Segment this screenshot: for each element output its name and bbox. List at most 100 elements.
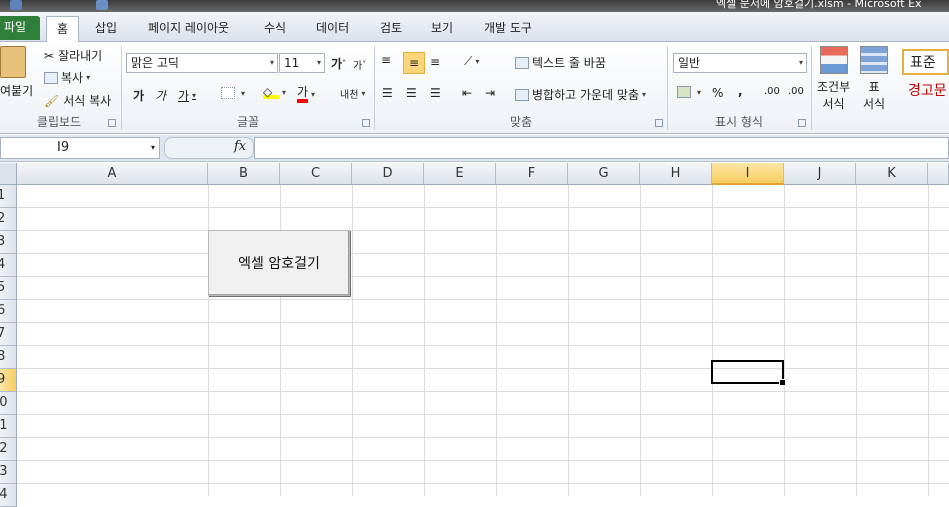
copy-button[interactable]: 복사 ▾ — [44, 69, 90, 86]
grow-font-button[interactable]: 가 ˄ — [331, 55, 346, 72]
wrap-text-label: 텍스트 줄 바꿈 — [532, 56, 606, 70]
chevron-down-icon: ▾ — [642, 90, 647, 99]
format-as-table-button[interactable]: 표 서식 — [860, 46, 888, 112]
align-center-button[interactable]: ☰ — [406, 86, 417, 100]
row-header[interactable]: 3 — [0, 231, 17, 254]
format-painter-button[interactable]: 🖌 서식 복사 — [44, 92, 111, 109]
tab-developer[interactable]: 개발 도구 — [474, 16, 542, 42]
shrink-font-button[interactable]: 가 ˅ — [353, 57, 366, 72]
comma-button[interactable]: , — [738, 84, 743, 98]
align-left-icon: ☰ — [382, 86, 393, 100]
underline-button[interactable]: 가 ▾ — [178, 87, 196, 104]
align-right-button[interactable]: ☰ — [430, 86, 441, 100]
tab-home[interactable]: 홈 — [46, 16, 80, 43]
row-header-selected[interactable]: 9 — [0, 369, 17, 392]
tab-page-layout[interactable]: 페이지 레이아웃 — [138, 16, 239, 42]
save-icon[interactable] — [10, 0, 22, 10]
password-macro-button[interactable]: 엑셀 암호걸기 — [208, 230, 350, 296]
tab-insert[interactable]: 삽입 — [85, 16, 127, 42]
column-header[interactable]: D — [352, 163, 424, 185]
tab-file[interactable]: 파일 — [0, 16, 40, 40]
border-button[interactable]: ▾ — [221, 87, 245, 99]
tab-data[interactable]: 데이터 — [306, 16, 359, 42]
row-header[interactable]: 13 — [0, 461, 17, 484]
column-header[interactable]: G — [568, 163, 640, 185]
format-painter-label: 서식 복사 — [63, 94, 112, 108]
row-header[interactable]: 8 — [0, 346, 17, 369]
style-normal-label: 표준 — [910, 55, 936, 71]
row-header[interactable]: 12 — [0, 438, 17, 461]
font-name-select[interactable]: 맑은 고딕 ▾ — [126, 53, 278, 73]
number-format-select[interactable]: 일반 ▾ — [673, 53, 807, 73]
row-number: 7 — [0, 326, 5, 341]
row-header[interactable]: 7 — [0, 323, 17, 346]
row-header[interactable]: 6 — [0, 300, 17, 323]
row-number: 8 — [0, 349, 5, 364]
tab-formulas[interactable]: 수식 — [254, 16, 296, 42]
align-top-button[interactable]: ≡ — [381, 53, 391, 67]
clipboard-launcher-icon[interactable] — [108, 119, 116, 127]
decrease-indent-button[interactable]: ⇤ — [462, 86, 472, 100]
grid-line — [568, 185, 569, 496]
cell-grid[interactable] — [17, 185, 949, 496]
column-header[interactable]: F — [496, 163, 568, 185]
phonetic-button[interactable]: 내천 ▾ — [340, 86, 365, 101]
column-header[interactable]: A — [17, 163, 208, 185]
column-header[interactable]: K — [856, 163, 928, 185]
tab-review[interactable]: 검토 — [370, 16, 412, 42]
row-header[interactable]: 1 — [0, 185, 17, 208]
insert-function-icon[interactable]: fx — [234, 139, 246, 154]
arrow-up-icon: ˄ — [342, 59, 347, 68]
column-header[interactable]: J — [784, 163, 856, 185]
paste-button[interactable]: 여붙기 — [0, 46, 33, 99]
cut-button[interactable]: ✂ 잘라내기 — [44, 47, 102, 64]
tab-view[interactable]: 보기 — [421, 16, 463, 42]
font-color-button[interactable]: 가 ▾ — [297, 85, 315, 103]
percent-button[interactable]: % — [712, 86, 723, 100]
align-bottom-button[interactable]: ≡ — [430, 55, 440, 69]
row-header[interactable]: 2 — [0, 208, 17, 231]
row-header[interactable]: 10 — [0, 392, 17, 415]
column-header[interactable]: B — [208, 163, 280, 185]
style-bad[interactable]: 경고문 — [908, 80, 947, 100]
orientation-button[interactable]: ⟋ ▾ — [464, 54, 479, 69]
window-title: 엑셀 문서에 암호걸기.xlsm - Microsoft Ex — [716, 0, 922, 10]
font-size-select[interactable]: 11 ▾ — [279, 53, 325, 73]
merge-center-button[interactable]: 병합하고 가운데 맞춤 ▾ — [515, 86, 646, 103]
number-launcher-icon[interactable] — [798, 119, 806, 127]
column-header[interactable]: E — [424, 163, 496, 185]
italic-button[interactable]: 가 — [155, 87, 166, 104]
align-left-button[interactable]: ☰ — [382, 86, 393, 100]
formula-input[interactable] — [254, 137, 949, 159]
ribbon-tabs: 파일 홈 삽입 페이지 레이아웃 수식 데이터 검토 보기 개발 도구 — [0, 12, 949, 43]
border-icon — [221, 87, 235, 99]
name-box[interactable]: I9 ▾ — [0, 137, 160, 159]
font-launcher-icon[interactable] — [362, 119, 370, 127]
column-header[interactable]: C — [280, 163, 352, 185]
row-header[interactable]: 5 — [0, 277, 17, 300]
select-all-corner[interactable] — [0, 163, 17, 185]
increase-indent-button[interactable]: ⇥ — [485, 86, 495, 100]
align-middle-button[interactable]: ≡ — [403, 52, 425, 74]
style-normal[interactable]: 표준 — [902, 49, 949, 75]
currency-icon — [677, 86, 691, 98]
decrease-decimal-button[interactable]: .00 — [788, 86, 804, 97]
column-header[interactable]: H — [640, 163, 712, 185]
conditional-format-button[interactable]: 조건부 서식 — [817, 46, 850, 112]
active-cell-i9[interactable] — [711, 360, 786, 386]
column-header-selected[interactable]: I — [712, 163, 784, 185]
increase-decimal-button[interactable]: .00 — [764, 86, 780, 97]
alignment-launcher-icon[interactable] — [655, 119, 663, 127]
decrease-decimal-label: .00 — [788, 86, 804, 97]
quick-access-icon[interactable] — [96, 0, 108, 10]
column-header[interactable] — [928, 163, 949, 185]
font-name-value: 맑은 고딕 — [131, 56, 179, 70]
row-header[interactable]: 11 — [0, 415, 17, 438]
currency-button[interactable]: ▾ — [677, 86, 701, 98]
row-header[interactable]: 4 — [0, 254, 17, 277]
chevron-down-icon: ▾ — [316, 58, 321, 67]
wrap-text-button[interactable]: 텍스트 줄 바꿈 — [515, 54, 606, 71]
fill-color-button[interactable]: ◇ ▾ — [263, 85, 286, 99]
bold-button[interactable]: 가 — [133, 87, 144, 104]
chevron-down-icon: ▾ — [697, 87, 702, 97]
